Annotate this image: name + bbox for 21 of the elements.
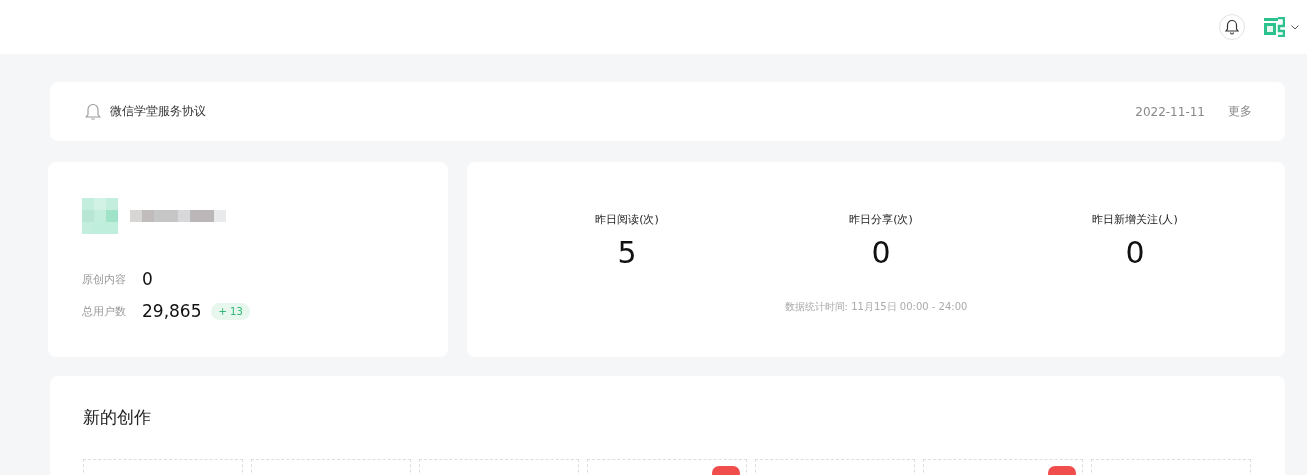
notice-link[interactable]: 微信学堂服务协议: [110, 103, 1136, 120]
stat-value: 0: [142, 269, 153, 289]
stat-label: 总用户数: [82, 303, 127, 319]
logo-icon[interactable]: [1263, 17, 1285, 37]
more-link[interactable]: 更多: [1228, 103, 1252, 120]
caret-icon[interactable]: [1291, 24, 1299, 30]
notice-date: 2022-11-11: [1135, 104, 1205, 119]
notifications-button[interactable]: [1219, 14, 1245, 40]
metric-value: 0: [1125, 235, 1145, 270]
stat-label: 原创内容: [82, 271, 127, 287]
bell-icon: [1225, 19, 1239, 35]
metric-label: 昨日阅读(次): [595, 212, 659, 227]
bell-icon: [85, 102, 101, 121]
metric-value: 0: [871, 235, 891, 270]
section-title: 新的创作: [83, 406, 152, 429]
metric-label: 昨日新增关注(人): [1092, 212, 1178, 227]
stat-value: 29,865: [142, 301, 202, 321]
delta-badge: + 13: [211, 302, 250, 320]
metric-value: 5: [617, 235, 637, 270]
metric-label: 昨日分享(次): [849, 212, 913, 227]
stats-note: 数据统计时间: 11月15日 00:00 - 24:00: [784, 300, 968, 314]
